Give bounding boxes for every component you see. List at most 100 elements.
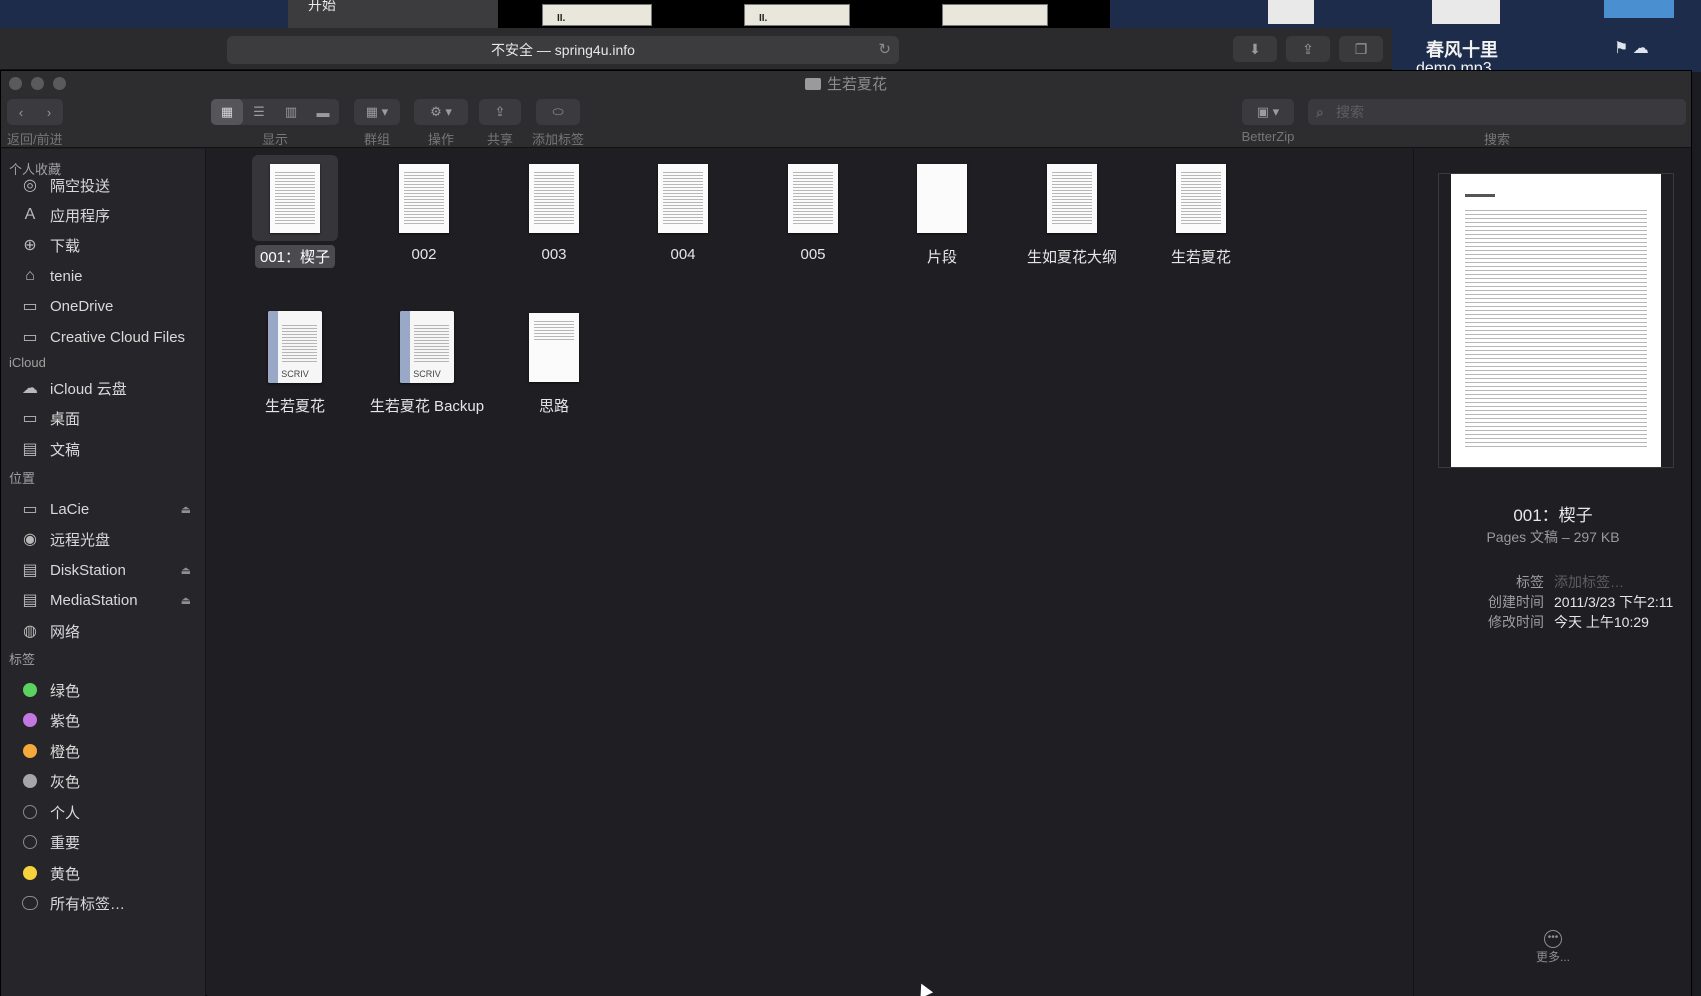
preview-pane: 001：楔子 Pages 文稿 – 297 KB 标签 添加标签… 创建时间 2…: [1413, 149, 1691, 996]
eject-icon[interactable]: ⏏: [181, 564, 191, 577]
sidebar-item-tag-green[interactable]: 绿色: [19, 676, 199, 704]
grid-icon: ▦: [220, 104, 234, 119]
file-item[interactable]: SCRIV 生若夏花 Backup: [364, 304, 490, 417]
airdrop-icon: ◎: [23, 177, 37, 194]
sidebar-item-lacie[interactable]: ▭ LaCie ⏏: [19, 495, 199, 523]
file-item[interactable]: 003: [494, 155, 614, 264]
file-item[interactable]: 002: [364, 155, 484, 264]
share-button[interactable]: ⇪: [479, 99, 521, 125]
applications-icon: A: [24, 206, 36, 223]
modified-value: 今天 上午10:29: [1554, 614, 1649, 630]
sidebar-item-onedrive[interactable]: ▭ OneDrive: [19, 292, 199, 320]
file-name: 生若夏花: [1170, 249, 1231, 266]
file-item[interactable]: 005: [753, 155, 873, 264]
flag-icon[interactable]: ⚑: [1614, 40, 1628, 57]
tabs-icon[interactable]: ❐: [1339, 36, 1383, 62]
file-item[interactable]: 片段: [882, 155, 1002, 268]
background-tab[interactable]: 开始: [288, 0, 498, 28]
sidebar: 个人收藏 ◎ 隔空投送 A 应用程序 ⊕ 下载 ⌂ tenie ▭ OneDrive ▭ C…: [1, 149, 206, 996]
sidebar-item-tag-yellow[interactable]: 黄色: [19, 859, 199, 887]
sidebar-item-applications[interactable]: A 应用程序: [19, 201, 199, 229]
betterzip-label: BetterZip: [1241, 129, 1295, 144]
file-item[interactable]: 生若夏花: [1141, 155, 1261, 268]
url-field[interactable]: 不安全 — spring4u.info ↻: [227, 36, 899, 64]
desktop-file-icon: [1268, 0, 1314, 24]
list-icon: ☰: [253, 104, 265, 119]
back-button[interactable]: ‹: [7, 99, 35, 125]
folder-icon: ▭: [22, 298, 38, 315]
document-icon: [658, 163, 708, 233]
file-item[interactable]: 思路: [494, 304, 614, 417]
file-item[interactable]: 生如夏花大纲: [1012, 155, 1132, 268]
gallery-view-button[interactable]: ▬: [307, 99, 339, 125]
created-value: 2011/3/23 下午2:11: [1554, 594, 1674, 610]
downloads-icon: ⊕: [23, 237, 37, 254]
sidebar-item-all-tags[interactable]: 所有标签…: [19, 889, 199, 917]
home-icon: ⌂: [25, 267, 35, 284]
download-icon[interactable]: ⬇: [1233, 36, 1277, 62]
sidebar-item-tag-important[interactable]: 重要: [19, 828, 199, 856]
sidebar-item-creative-cloud[interactable]: ▭ Creative Cloud Files: [19, 323, 199, 351]
sidebar-item-diskstation[interactable]: ▤ DiskStation ⏏: [19, 556, 199, 584]
file-icon-view: 001：楔子 002 003 004 005 片段 生如夏花大纲 生若夏花 SC…: [207, 149, 1413, 996]
share-label: 共享: [486, 132, 513, 147]
modified-key: 修改时间: [1488, 614, 1544, 630]
sidebar-item-desktop[interactable]: ▭ 桌面: [19, 404, 199, 432]
cloud-icon[interactable]: ☁: [1633, 40, 1649, 57]
sidebar-item-airdrop[interactable]: ◎ 隔空投送: [19, 171, 199, 199]
group-button[interactable]: ▦ ▾: [354, 99, 400, 125]
desktop-item-title: 春风十里: [1426, 40, 1498, 60]
file-name: 003: [541, 246, 567, 263]
eject-icon[interactable]: ⏏: [181, 594, 191, 607]
search-icon: ⌕: [1316, 104, 1324, 120]
file-item[interactable]: SCRIV 生若夏花: [235, 304, 355, 417]
add-tags-button[interactable]: ⬭: [536, 99, 580, 125]
tag-dot-icon: [23, 866, 37, 880]
betterzip-button[interactable]: ▣ ▾: [1242, 99, 1294, 125]
action-button[interactable]: ⚙ ▾: [414, 99, 468, 125]
sidebar-item-tag-gray[interactable]: 灰色: [19, 767, 199, 795]
add-tags-field[interactable]: 添加标签…: [1554, 572, 1624, 592]
sidebar-item-remote-disc[interactable]: ◉ 远程光盘: [19, 525, 199, 553]
sidebar-item-icloud-drive[interactable]: ☁ iCloud 云盘: [19, 374, 199, 402]
sidebar-item-tag-personal[interactable]: 个人: [19, 798, 199, 826]
sidebar-item-tag-orange[interactable]: 橙色: [19, 737, 199, 765]
eject-icon[interactable]: ⏏: [181, 503, 191, 516]
document-icon: [529, 312, 579, 382]
column-view-button[interactable]: ▥: [275, 99, 307, 125]
sidebar-item-home[interactable]: ⌂ tenie: [19, 262, 199, 290]
drive-icon: ▭: [22, 501, 38, 518]
tag-icon: ⬭: [552, 104, 564, 119]
reload-icon[interactable]: ↻: [878, 36, 891, 64]
document-icon: [270, 163, 320, 233]
tag-dot-icon: [23, 774, 37, 788]
columns-icon: ▥: [284, 104, 298, 119]
share-icon: ⇪: [494, 104, 506, 119]
icon-view-button[interactable]: ▦: [211, 99, 243, 125]
file-name: 片段: [926, 249, 957, 266]
sidebar-item-mediastation[interactable]: ▤ MediaStation ⏏: [19, 586, 199, 614]
file-name: 001：楔子: [254, 245, 336, 268]
all-tags-icon: [22, 896, 38, 910]
sidebar-header-tags: 标签: [9, 652, 36, 667]
document-icon: [917, 163, 967, 233]
preview-thumbnail: [1438, 173, 1674, 468]
file-item[interactable]: 001：楔子: [235, 155, 355, 268]
list-view-button[interactable]: ☰: [243, 99, 275, 125]
sidebar-item-documents[interactable]: ▤ 文稿: [19, 435, 199, 463]
sidebar-item-tag-purple[interactable]: 紫色: [19, 706, 199, 734]
search-input[interactable]: ⌕ 搜索: [1308, 99, 1686, 125]
forward-button[interactable]: ›: [35, 99, 63, 125]
sidebar-item-downloads[interactable]: ⊕ 下载: [19, 231, 199, 259]
share-icon[interactable]: ⇪: [1286, 36, 1330, 62]
file-name: 思路: [538, 398, 569, 415]
scrivener-project-icon: SCRIV: [268, 311, 322, 383]
chevron-left-icon: ‹: [18, 104, 24, 120]
preview-page: [1451, 174, 1661, 467]
disc-icon: ◉: [23, 531, 37, 548]
tag-dot-icon: [23, 805, 37, 819]
tag-dot-icon: [23, 744, 37, 758]
file-item[interactable]: 004: [623, 155, 743, 264]
more-button[interactable]: ••• 更多...: [1414, 929, 1692, 965]
sidebar-item-network[interactable]: ◍ 网络: [19, 617, 199, 645]
